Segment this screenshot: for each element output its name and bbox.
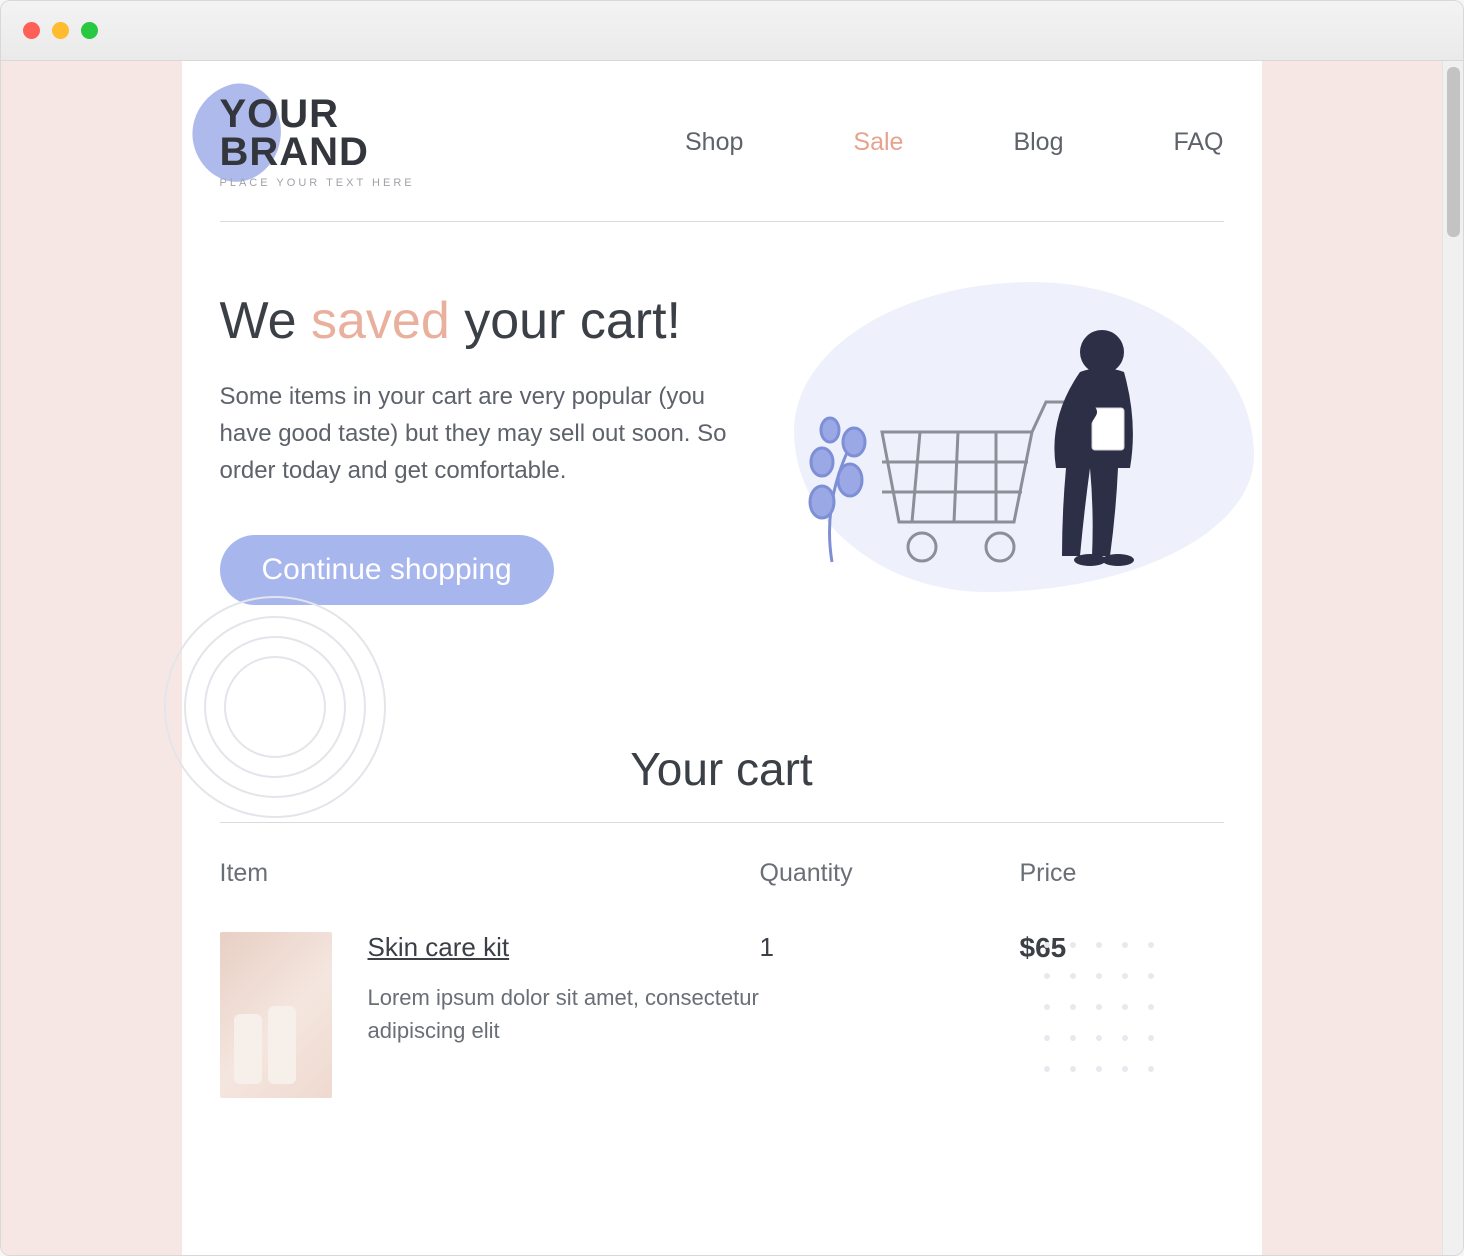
product-thumbnail[interactable] xyxy=(220,932,332,1098)
cart-columns: Item Quantity Price xyxy=(220,859,1224,888)
window-minimize-icon[interactable] xyxy=(52,22,69,39)
product-qty: 1 xyxy=(760,932,1020,1098)
top-nav: Shop Sale Blog FAQ xyxy=(685,128,1224,157)
col-qty: Quantity xyxy=(760,859,1020,888)
email-card: YOUR BRAND PLACE YOUR TEXT HERE Shop Sal… xyxy=(182,61,1262,1255)
person-cart-icon xyxy=(772,312,1202,612)
brand-line2: BRAND xyxy=(220,130,369,174)
brand-name: YOUR BRAND xyxy=(220,95,415,171)
window-close-icon[interactable] xyxy=(23,22,40,39)
col-price: Price xyxy=(1020,859,1224,888)
nav-sale[interactable]: Sale xyxy=(853,128,903,157)
scrollbar-thumb[interactable] xyxy=(1447,67,1460,237)
hero-title: We saved your cart! xyxy=(220,292,742,352)
browser-window: YOUR BRAND PLACE YOUR TEXT HERE Shop Sal… xyxy=(0,0,1464,1256)
product-name-link[interactable]: Skin care kit xyxy=(368,932,510,962)
hero-title-accent: saved xyxy=(311,292,450,350)
cart-row-wrap: Skin care kit Lorem ipsum dolor sit amet… xyxy=(220,932,1224,1098)
hero-body: Some items in your cart are very popular… xyxy=(220,378,742,490)
brand-tagline: PLACE YOUR TEXT HERE xyxy=(220,177,415,189)
nav-shop[interactable]: Shop xyxy=(685,128,743,157)
product-desc: Lorem ipsum dolor sit amet, consectetur … xyxy=(368,981,760,1047)
hero-illustration xyxy=(772,292,1224,612)
col-item: Item xyxy=(220,859,760,888)
hero: We saved your cart! Some items in your c… xyxy=(220,292,1224,612)
nav-blog[interactable]: Blog xyxy=(1013,128,1063,157)
hero-title-post: your cart! xyxy=(450,292,681,350)
nav-faq[interactable]: FAQ xyxy=(1173,128,1223,157)
hero-title-pre: We xyxy=(220,292,312,350)
product-info: Skin care kit Lorem ipsum dolor sit amet… xyxy=(368,932,760,1098)
window-zoom-icon[interactable] xyxy=(81,22,98,39)
brand-logo[interactable]: YOUR BRAND PLACE YOUR TEXT HERE xyxy=(220,91,415,193)
header: YOUR BRAND PLACE YOUR TEXT HERE Shop Sal… xyxy=(220,91,1224,222)
page-background: YOUR BRAND PLACE YOUR TEXT HERE Shop Sal… xyxy=(1,61,1442,1255)
cart-heading: Your cart xyxy=(220,742,1224,823)
continue-shopping-button[interactable]: Continue shopping xyxy=(220,535,554,605)
scrollbar-track[interactable] xyxy=(1442,61,1463,1255)
window-titlebar xyxy=(1,1,1463,61)
dot-grid-decoration-icon xyxy=(1034,932,1174,1087)
hero-text: We saved your cart! Some items in your c… xyxy=(220,292,742,612)
